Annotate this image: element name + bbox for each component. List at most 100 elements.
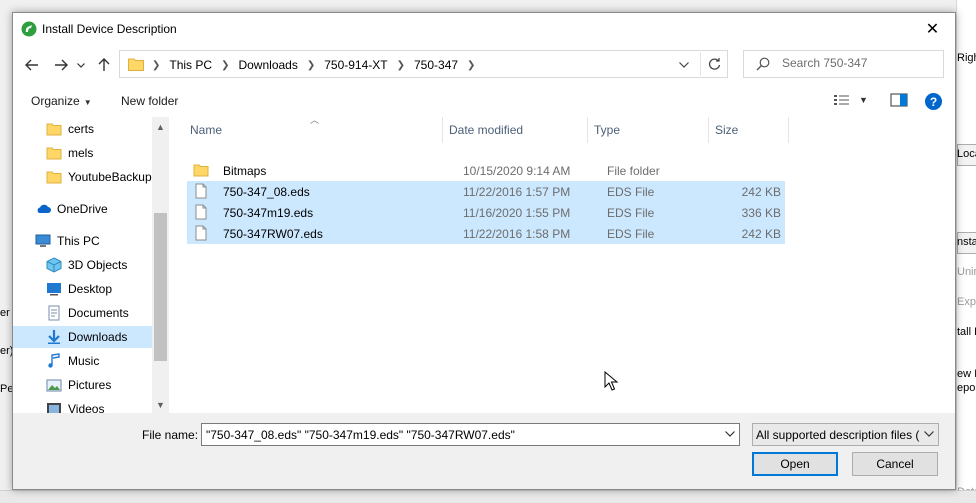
- nav-item-videos[interactable]: Videos: [13, 398, 153, 413]
- nav-item-certs[interactable]: certs: [13, 118, 153, 140]
- forward-button[interactable]: [51, 56, 71, 74]
- bg-fragment: tall D: [957, 326, 976, 338]
- chevron-down-icon[interactable]: [725, 429, 735, 439]
- file-name-value: "750-347_08.eds" "750-347m19.eds" "750-3…: [206, 428, 515, 442]
- column-header-size[interactable]: Size: [710, 117, 789, 143]
- preview-pane-icon[interactable]: [890, 93, 908, 107]
- chevron-right-icon[interactable]: ❯: [221, 60, 229, 71]
- nav-pane-scrollbar[interactable]: ▲ ▼: [152, 117, 169, 413]
- cube-icon: [46, 257, 62, 273]
- file-list: Name ︿ Date modified Type Size Bitmaps 1…: [185, 115, 955, 413]
- caret-down-icon[interactable]: ▼: [859, 95, 868, 105]
- nav-item-music[interactable]: Music: [13, 350, 153, 372]
- desktop-icon: [47, 283, 61, 296]
- breadcrumb-downloads[interactable]: Downloads: [238, 58, 297, 72]
- search-box[interactable]: [743, 50, 944, 78]
- chevron-right-icon[interactable]: ❯: [397, 60, 405, 71]
- nav-item-this-pc[interactable]: This PC: [13, 230, 153, 252]
- up-button[interactable]: [94, 56, 114, 74]
- nav-item-mels[interactable]: mels: [13, 142, 153, 164]
- scroll-up-icon[interactable]: ▲: [152, 118, 169, 135]
- scrollbar-thumb[interactable]: [154, 213, 167, 361]
- folder-icon: [128, 58, 144, 71]
- caret-down-icon: ▼: [83, 98, 92, 107]
- bg-fragment: Expo: [957, 296, 976, 308]
- column-header-type[interactable]: Type: [589, 117, 709, 143]
- file-name: 750-347RW07.eds: [223, 227, 323, 241]
- view-details-icon[interactable]: [833, 93, 851, 107]
- new-folder-button[interactable]: New folder: [121, 94, 178, 108]
- breadcrumb-750-347[interactable]: 750-347: [414, 58, 458, 72]
- breadcrumb-750-914-xt[interactable]: 750-914-XT: [324, 58, 387, 72]
- chevron-down-icon: [924, 429, 934, 439]
- refresh-icon: [708, 57, 721, 70]
- breadcrumb-this-pc[interactable]: This PC: [169, 58, 212, 72]
- nav-item-3d-objects[interactable]: 3D Objects: [13, 254, 153, 276]
- chevron-right-icon[interactable]: ❯: [307, 60, 315, 71]
- column-label: Name: [190, 123, 223, 137]
- nav-item-label: Downloads: [68, 330, 128, 344]
- file-icon: [195, 183, 207, 199]
- bg-fragment: Righ: [957, 52, 976, 64]
- scroll-down-icon[interactable]: ▼: [152, 396, 169, 413]
- folder-icon: [46, 123, 62, 136]
- bg-fragment: Pe: [0, 383, 12, 395]
- nav-item-onedrive[interactable]: OneDrive: [13, 198, 153, 220]
- mouse-cursor-icon: [604, 371, 618, 391]
- recent-locations-button[interactable]: [75, 56, 87, 74]
- arrow-up-icon: [98, 58, 110, 71]
- address-bar[interactable]: ❯ This PC ❯ Downloads ❯ 750-914-XT ❯ 750…: [119, 50, 728, 78]
- nav-item-label: This PC: [57, 234, 100, 248]
- file-size: 242 KB: [741, 227, 781, 241]
- nav-item-downloads[interactable]: Downloads: [13, 326, 153, 348]
- help-button[interactable]: ?: [925, 93, 942, 110]
- documents-icon: [48, 305, 60, 321]
- search-input[interactable]: [782, 56, 932, 70]
- nav-item-label: 3D Objects: [68, 258, 128, 272]
- file-size: 336 KB: [741, 206, 781, 220]
- table-row[interactable]: 750-347_08.eds 11/22/2016 1:57 PM EDS Fi…: [187, 181, 785, 202]
- nav-item-pictures[interactable]: Pictures: [13, 374, 153, 396]
- refresh-button[interactable]: [700, 52, 728, 76]
- videos-icon: [47, 403, 61, 413]
- nav-item-documents[interactable]: Documents: [13, 302, 153, 324]
- bg-fragment: ew I: [957, 368, 976, 380]
- background-left-panel: er ( er) Pe: [0, 0, 12, 503]
- chevron-right-icon: ❯: [152, 59, 161, 71]
- organize-menu-button[interactable]: Organize ▼: [31, 94, 92, 108]
- folder-icon: [193, 164, 209, 177]
- column-header-date[interactable]: Date modified: [444, 117, 588, 143]
- nav-item-desktop[interactable]: Desktop: [13, 278, 153, 300]
- table-row[interactable]: 750-347m19.eds 11/16/2020 1:55 PM EDS Fi…: [187, 202, 785, 223]
- chevron-right-icon[interactable]: ❯: [467, 60, 475, 71]
- file-name-field[interactable]: "750-347_08.eds" "750-347m19.eds" "750-3…: [201, 423, 740, 446]
- file-type: EDS File: [607, 206, 655, 220]
- table-row[interactable]: 750-347RW07.eds 11/22/2016 1:58 PM EDS F…: [187, 223, 785, 244]
- file-type-filter-select[interactable]: All supported description files (: [752, 423, 939, 446]
- nav-item-youtubebackup[interactable]: YoutubeBackup: [13, 166, 153, 188]
- open-button[interactable]: Open: [752, 452, 838, 476]
- folder-icon: [46, 147, 62, 160]
- address-history-button[interactable]: [676, 57, 692, 73]
- nav-item-label: Music: [68, 354, 100, 368]
- bg-fragment: Loca: [957, 148, 976, 160]
- bg-fragment: er): [0, 345, 12, 357]
- nav-item-label: certs: [68, 122, 95, 136]
- computer-icon: [35, 234, 51, 247]
- file-type: File folder: [607, 164, 660, 178]
- nav-item-label: Pictures: [68, 378, 112, 392]
- title-bar: Install Device Description ✕: [13, 13, 955, 44]
- table-row[interactable]: Bitmaps 10/15/2020 9:14 AM File folder: [187, 160, 785, 181]
- navigation-bar: ❯ This PC ❯ Downloads ❯ 750-914-XT ❯ 750…: [13, 45, 955, 83]
- search-icon: [756, 57, 770, 71]
- back-button[interactable]: [22, 56, 42, 74]
- close-button[interactable]: ✕: [910, 13, 955, 44]
- file-type: EDS File: [607, 227, 655, 241]
- command-bar: Organize ▼ New folder ▼ ?: [13, 89, 955, 115]
- column-header-name[interactable]: Name ︿: [185, 115, 443, 143]
- cancel-button[interactable]: Cancel: [852, 452, 938, 476]
- nav-item-label: Documents: [68, 306, 129, 320]
- nav-item-label: Desktop: [68, 282, 113, 296]
- cloud-icon: [37, 204, 51, 213]
- app-logo-icon: [21, 21, 37, 37]
